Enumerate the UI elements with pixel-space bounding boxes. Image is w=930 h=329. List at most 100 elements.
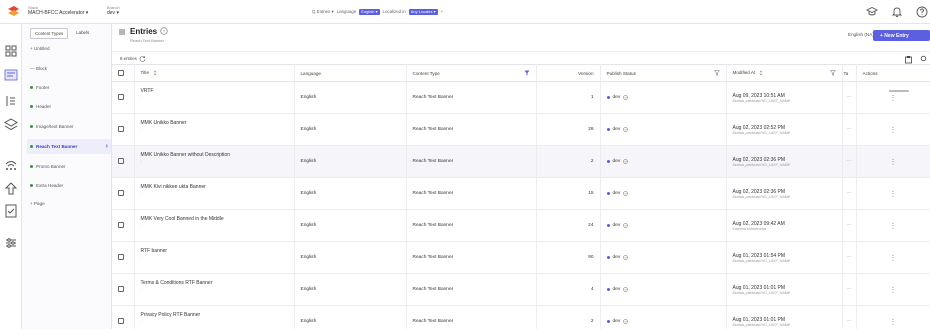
row-checkbox[interactable]	[118, 157, 124, 164]
search-entries-dropdown[interactable]: Q Entries ▾	[312, 9, 334, 15]
published-check-icon	[623, 319, 629, 324]
settings-icon[interactable]	[4, 236, 18, 250]
add-filter-button[interactable]: +	[441, 9, 444, 14]
language-cell: English	[294, 209, 407, 242]
branch-selector[interactable]: Branch dev ▾	[107, 5, 120, 17]
menu-icon[interactable]	[118, 28, 126, 36]
row-checkbox[interactable]	[118, 253, 124, 260]
table-row[interactable]: RTF banner - English Reach Text Banner 90…	[112, 241, 930, 274]
col-tags[interactable]: Ta	[842, 64, 857, 82]
filter-icon[interactable]	[829, 70, 836, 76]
col-publish-status[interactable]: Publish Status	[600, 64, 727, 82]
col-title[interactable]: Title	[134, 64, 295, 82]
more-options-icon[interactable]: ⋮	[890, 191, 897, 198]
sidebar-item-header[interactable]: Header	[30, 104, 110, 109]
more-options-icon[interactable]: ⋮	[890, 159, 897, 166]
table-row[interactable]: Terms & Conditions RTF Banner - English R…	[112, 273, 930, 306]
modified-at-cell: Aug 01, 2023 01:01 PM Akanat_patricuad NO…	[726, 305, 843, 329]
stack-value: MACH-BFCC Accelerator ▾	[28, 10, 89, 16]
help-icon[interactable]	[913, 3, 930, 20]
title-cell[interactable]: MMK Very Cool Banned in the Middle -	[134, 209, 295, 242]
version-cell: 15	[536, 177, 601, 210]
actions-cell: ⋮	[856, 81, 930, 114]
help-circle-icon[interactable]: ?	[160, 27, 168, 35]
row-checkbox[interactable]	[118, 285, 124, 292]
sort-icon[interactable]	[153, 70, 157, 76]
row-checkbox[interactable]	[118, 221, 124, 228]
sidebar-item-extra-header[interactable]: Extra Header	[30, 183, 110, 188]
entry-subtitle: -	[140, 190, 142, 195]
dashboard-icon[interactable]	[4, 44, 18, 58]
row-checkbox[interactable]	[118, 125, 124, 132]
title-cell[interactable]: Terms & Conditions RTF Banner -	[134, 273, 295, 306]
entries-icon[interactable]	[4, 94, 18, 108]
table-row[interactable]: MMK Unikko Banner without Description - E…	[112, 145, 930, 178]
col-modified-at-label: Modified At	[732, 70, 756, 76]
assets-icon[interactable]	[4, 118, 18, 132]
export-icon[interactable]	[904, 55, 913, 64]
sidebar-new-item[interactable]: + Untitled	[30, 46, 110, 51]
locales-chip[interactable]: Any Locales ▾	[408, 8, 438, 15]
more-options-icon[interactable]: ⋮	[890, 319, 897, 326]
more-options-icon[interactable]: ⋮	[890, 287, 897, 294]
select-all-checkbox[interactable]	[118, 69, 124, 76]
sidebar-item-footer[interactable]: Footer	[30, 85, 110, 90]
left-rail	[0, 24, 22, 329]
publish-status-cell: dev	[600, 177, 727, 210]
settings-gear-icon[interactable]	[919, 54, 928, 63]
table-row[interactable]: MMK Unikko Banner - English Reach Text Ba…	[112, 113, 930, 146]
col-version-label: Version	[578, 70, 594, 76]
environment-dot	[606, 160, 610, 163]
filter-icon[interactable]	[713, 70, 720, 76]
sidebar-item-image-text-banner[interactable]: Image/text Banner	[30, 124, 110, 129]
row-checkbox[interactable]	[118, 317, 124, 324]
sort-icon[interactable]	[759, 70, 763, 76]
title-cell[interactable]: MMK Kivi nikkee ukta Banner -	[134, 177, 295, 210]
sidebar-item-page[interactable]: + Page	[30, 201, 110, 206]
title-cell[interactable]: Privacy Policy RTF Banner -	[134, 305, 295, 329]
version-cell: 4	[536, 273, 601, 306]
more-options-icon[interactable]: ⋮	[890, 223, 897, 230]
sidebar-item-reach-text-banner[interactable]: Reach Text Banner ›	[27, 139, 111, 154]
publish-status-cell: dev	[600, 81, 727, 114]
filter-icon[interactable]	[524, 70, 530, 76]
title-cell[interactable]: VRTF -	[134, 81, 295, 114]
sidebar-group-block[interactable]: — Block	[30, 66, 110, 71]
title-cell[interactable]: RTF banner -	[134, 241, 295, 274]
language-chip[interactable]: English ▾	[359, 8, 380, 15]
tab-content-types[interactable]: Content Types	[30, 28, 69, 39]
col-language[interactable]: Language	[294, 64, 407, 82]
table-row[interactable]: MMK Kivi nikkee ukta Banner - English Rea…	[112, 177, 930, 210]
title-cell[interactable]: MMK Unikko Banner -	[134, 113, 295, 146]
releases-icon[interactable]	[4, 158, 18, 172]
environment-dot	[606, 224, 610, 227]
stack-selector[interactable]: Stack MACH-BFCC Accelerator ▾	[28, 5, 88, 17]
col-version[interactable]: Version	[536, 64, 601, 82]
modified-at-cell: Aug 02, 2023 09:42 AM Katerina Kobberdova	[726, 209, 843, 242]
more-options-icon[interactable]: ⋮	[890, 95, 897, 102]
graduation-cap-icon[interactable]	[863, 3, 880, 20]
table-row[interactable]: Privacy Policy RTF Banner - English Reach…	[112, 305, 930, 329]
row-checkbox[interactable]	[118, 93, 124, 100]
table-row[interactable]: VRTF - English Reach Text Banner 1 dev Au…	[112, 81, 930, 114]
language-cell: English	[294, 241, 407, 274]
horizontal-scrollbar[interactable]	[889, 90, 909, 92]
publish-queue-icon[interactable]	[4, 182, 18, 196]
tasks-icon[interactable]	[4, 204, 18, 218]
more-options-icon[interactable]: ⋮	[890, 255, 897, 262]
content-models-icon[interactable]	[4, 68, 18, 82]
title-cell[interactable]: MMK Unikko Banner without Description -	[134, 145, 295, 178]
actions-cell: ⋮	[856, 273, 930, 306]
col-content-type[interactable]: Content Type	[406, 64, 537, 82]
sidebar-item-promo-banner[interactable]: Promo Banner	[30, 164, 110, 169]
search-filter-bar[interactable]: Q Entries ▾ Language English ▾ Localized…	[312, 6, 443, 17]
bell-icon[interactable]	[888, 3, 905, 20]
tab-labels[interactable]: Labels	[72, 28, 93, 39]
row-checkbox[interactable]	[118, 189, 124, 196]
app-logo[interactable]	[7, 5, 20, 18]
more-options-icon[interactable]: ⋮	[890, 127, 897, 134]
refresh-icon[interactable]	[139, 55, 146, 62]
table-row[interactable]: MMK Very Cool Banned in the Middle - Engl…	[112, 209, 930, 242]
new-entry-button[interactable]: + New Entry	[873, 30, 930, 41]
col-modified-at[interactable]: Modified At	[726, 64, 843, 82]
